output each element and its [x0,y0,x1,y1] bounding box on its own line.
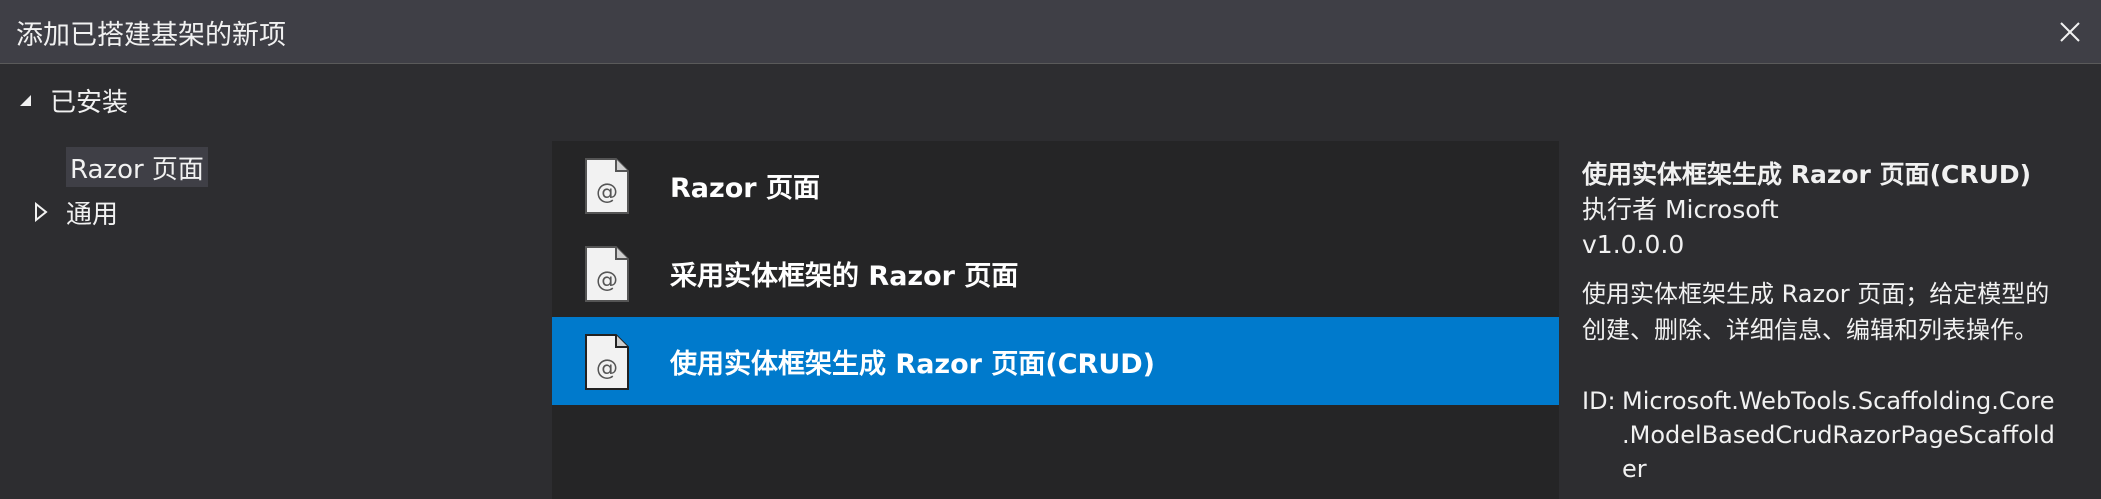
tree-item-general[interactable]: 通用 [34,192,118,232]
template-list: @ Razor 页面 @ 采用实体框架的 Razor 页面 @ 使用实体框架生成… [552,141,1559,499]
window-title: 添加已搭建基架的新项 [16,20,286,51]
template-item-razor-page-ef[interactable]: @ 采用实体框架的 Razor 页面 [552,229,1559,317]
close-icon [2060,22,2080,42]
triangle-expanded-icon[interactable] [18,93,32,107]
close-button[interactable] [2039,0,2101,64]
details-id-value: .ModelBasedCrudRazorPageScaffold [1622,421,2055,449]
template-label: 使用实体框架生成 Razor 页面(CRUD) [670,348,1156,380]
details-version: v1.0.0.0 [1582,230,1685,259]
svg-text:@: @ [596,268,618,293]
razor-page-file-icon: @ [585,246,629,302]
tree-root-label: 已安装 [50,87,129,118]
details-title: 使用实体框架生成 Razor 页面(CRUD) [1582,160,2032,189]
title-bar: 添加已搭建基架的新项 [0,0,2101,64]
template-item-razor-page-crud[interactable]: @ 使用实体框架生成 Razor 页面(CRUD) [552,317,1559,405]
razor-page-file-icon: @ [585,158,629,214]
template-label: 采用实体框架的 Razor 页面 [670,260,1019,292]
details-id: ID: Microsoft.WebTools.Scaffolding.Core … [1582,384,2101,486]
template-label: Razor 页面 [670,172,820,204]
tree-root-installed[interactable]: 已安装 [18,82,128,118]
svg-text:@: @ [596,356,618,381]
details-author: 执行者 Microsoft [1582,195,1779,224]
template-item-razor-page[interactable]: @ Razor 页面 [552,141,1559,229]
razor-page-file-icon: @ [585,334,629,390]
details-description-line: 创建、删除、详细信息、编辑和列表操作。 [1582,316,2038,344]
tree-item-label: Razor 页面 [70,154,204,185]
details-id-value: er [1622,455,1647,483]
svg-text:@: @ [596,180,618,205]
tree-item-label: 通用 [66,199,119,230]
details-panel: 使用实体框架生成 Razor 页面(CRUD) 执行者 Microsoft v1… [1582,158,2101,499]
triangle-collapsed-icon[interactable] [34,202,48,222]
details-id-value: Microsoft.WebTools.Scaffolding.Core [1622,387,2055,415]
details-description-line: 使用实体框架生成 Razor 页面；给定模型的 [1582,280,2050,308]
tree-item-razor-pages[interactable]: Razor 页面 [66,147,208,187]
details-id-label: ID: [1582,387,1616,415]
details-description: 使用实体框架生成 Razor 页面；给定模型的 创建、删除、详细信息、编辑和列表… [1582,276,2101,348]
